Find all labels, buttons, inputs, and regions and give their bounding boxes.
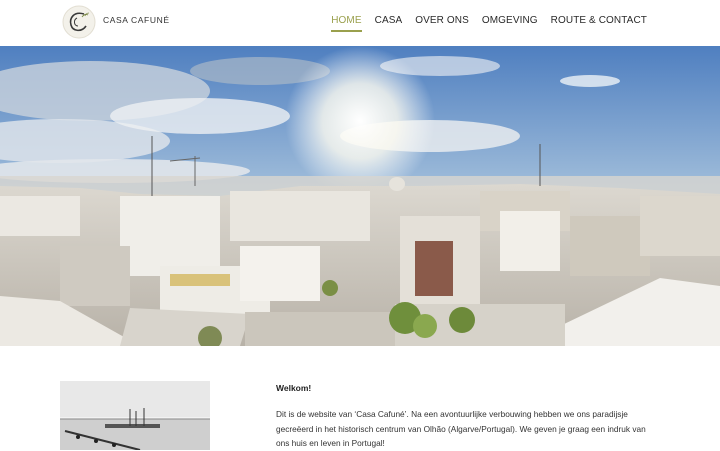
harbour-thumbnail-image[interactable] (60, 381, 210, 450)
brand-name[interactable]: CASA CAFUNÉ (103, 15, 170, 25)
hero-panorama-image (0, 46, 720, 346)
site-header: CASA CAFUNÉ HOME CASA OVER ONS OMGEVING … (0, 0, 720, 46)
main-nav: HOME CASA OVER ONS OMGEVING ROUTE & CONT… (331, 15, 647, 32)
nav-item-over-ons[interactable]: OVER ONS (415, 15, 469, 26)
nav-item-omgeving[interactable]: OMGEVING (482, 15, 538, 26)
nav-item-casa[interactable]: CASA (375, 15, 403, 26)
welcome-paragraph: Dit is de website van ‘Casa Cafuné’. Na … (276, 409, 646, 448)
nav-item-home[interactable]: HOME (331, 15, 363, 32)
logo-icon[interactable] (62, 5, 96, 39)
nav-item-route-contact[interactable]: ROUTE & CONTACT (551, 15, 647, 26)
welcome-heading: Welkom! (276, 383, 312, 393)
